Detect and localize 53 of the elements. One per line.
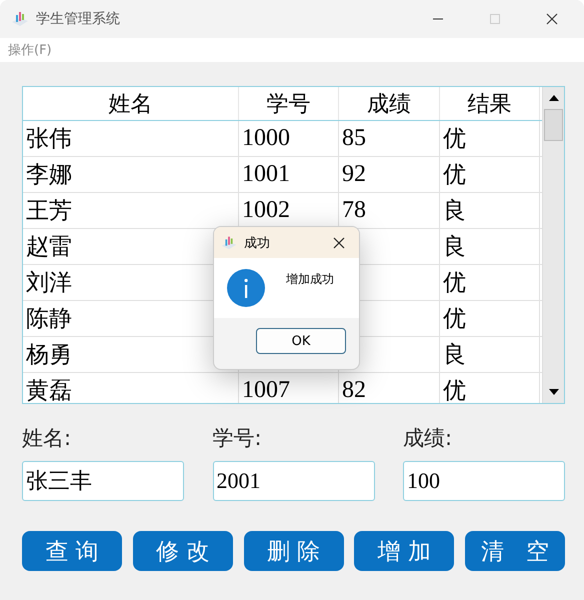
table-cell-text: 刘洋 — [26, 269, 72, 298]
table-cell: 1000 — [242, 125, 290, 152]
table-cell-text: 杨勇 — [26, 341, 72, 370]
table-cell-text: 李娜 — [26, 161, 72, 190]
table-cell: 1002 — [242, 197, 290, 224]
menu-item[interactable]: 操作(F) — [8, 41, 52, 59]
table-cell: 1001 — [242, 161, 290, 188]
table-cell-text: 张伟 — [26, 125, 72, 154]
table-cell-text: 良 — [443, 197, 466, 226]
table-cell-text: 优 — [443, 377, 466, 403]
field-label: 成绩: — [403, 425, 454, 452]
scroll-thumb[interactable] — [544, 109, 563, 141]
input-field[interactable]: 100 — [403, 461, 565, 501]
table-cell: 85 — [342, 125, 366, 152]
table-cell-text: 良 — [443, 341, 466, 370]
column-header[interactable]: 学号 — [239, 87, 339, 120]
column-header[interactable]: 成绩 — [339, 87, 440, 120]
dialog-message: 增加成功 — [286, 271, 334, 288]
action-button[interactable]: 增 加 — [354, 531, 454, 571]
input-field[interactable]: 2001 — [212, 461, 374, 501]
table-cell-text: 赵雷 — [26, 233, 72, 262]
field-label: 学号: — [212, 425, 263, 452]
action-button[interactable]: 删 除 — [244, 531, 344, 571]
ok-button[interactable]: OK — [256, 328, 346, 354]
close-icon[interactable] — [333, 236, 345, 248]
scroll-down-icon[interactable] — [548, 389, 558, 395]
table-cell: 82 — [342, 377, 366, 403]
action-button[interactable]: 修 改 — [132, 531, 233, 571]
app-logo-icon — [220, 234, 238, 252]
table-cell-text: 陈静 — [26, 305, 72, 334]
column-header[interactable]: 结果 — [440, 87, 540, 120]
input-field[interactable]: 张三丰 — [22, 461, 184, 501]
table-cell-text: 优 — [443, 305, 466, 334]
close-icon[interactable] — [546, 13, 558, 25]
table-cell-text: 王芳 — [26, 197, 72, 226]
table-cell-text: 黄磊 — [26, 377, 72, 403]
field-label: 姓名: — [22, 425, 72, 452]
scroll-up-icon[interactable] — [548, 95, 558, 101]
window-title: 学生管理系统 — [36, 10, 120, 28]
table-cell-text: 优 — [443, 125, 466, 154]
action-button[interactable]: 清 空 — [465, 531, 565, 571]
table-cell: 92 — [342, 161, 366, 188]
table-cell: 78 — [342, 197, 366, 224]
column-header[interactable]: 姓名 — [23, 87, 239, 120]
info-icon — [226, 268, 266, 308]
app-logo-icon — [10, 9, 30, 29]
table-cell: 1007 — [242, 377, 290, 403]
table-cell-text: 良 — [443, 233, 466, 262]
action-button[interactable]: 查 询 — [22, 531, 122, 571]
dialog-title: 成功 — [244, 234, 270, 252]
scrollbar[interactable] — [542, 87, 564, 403]
table-cell-text: 优 — [443, 269, 466, 298]
table-cell-text: 优 — [443, 161, 466, 190]
